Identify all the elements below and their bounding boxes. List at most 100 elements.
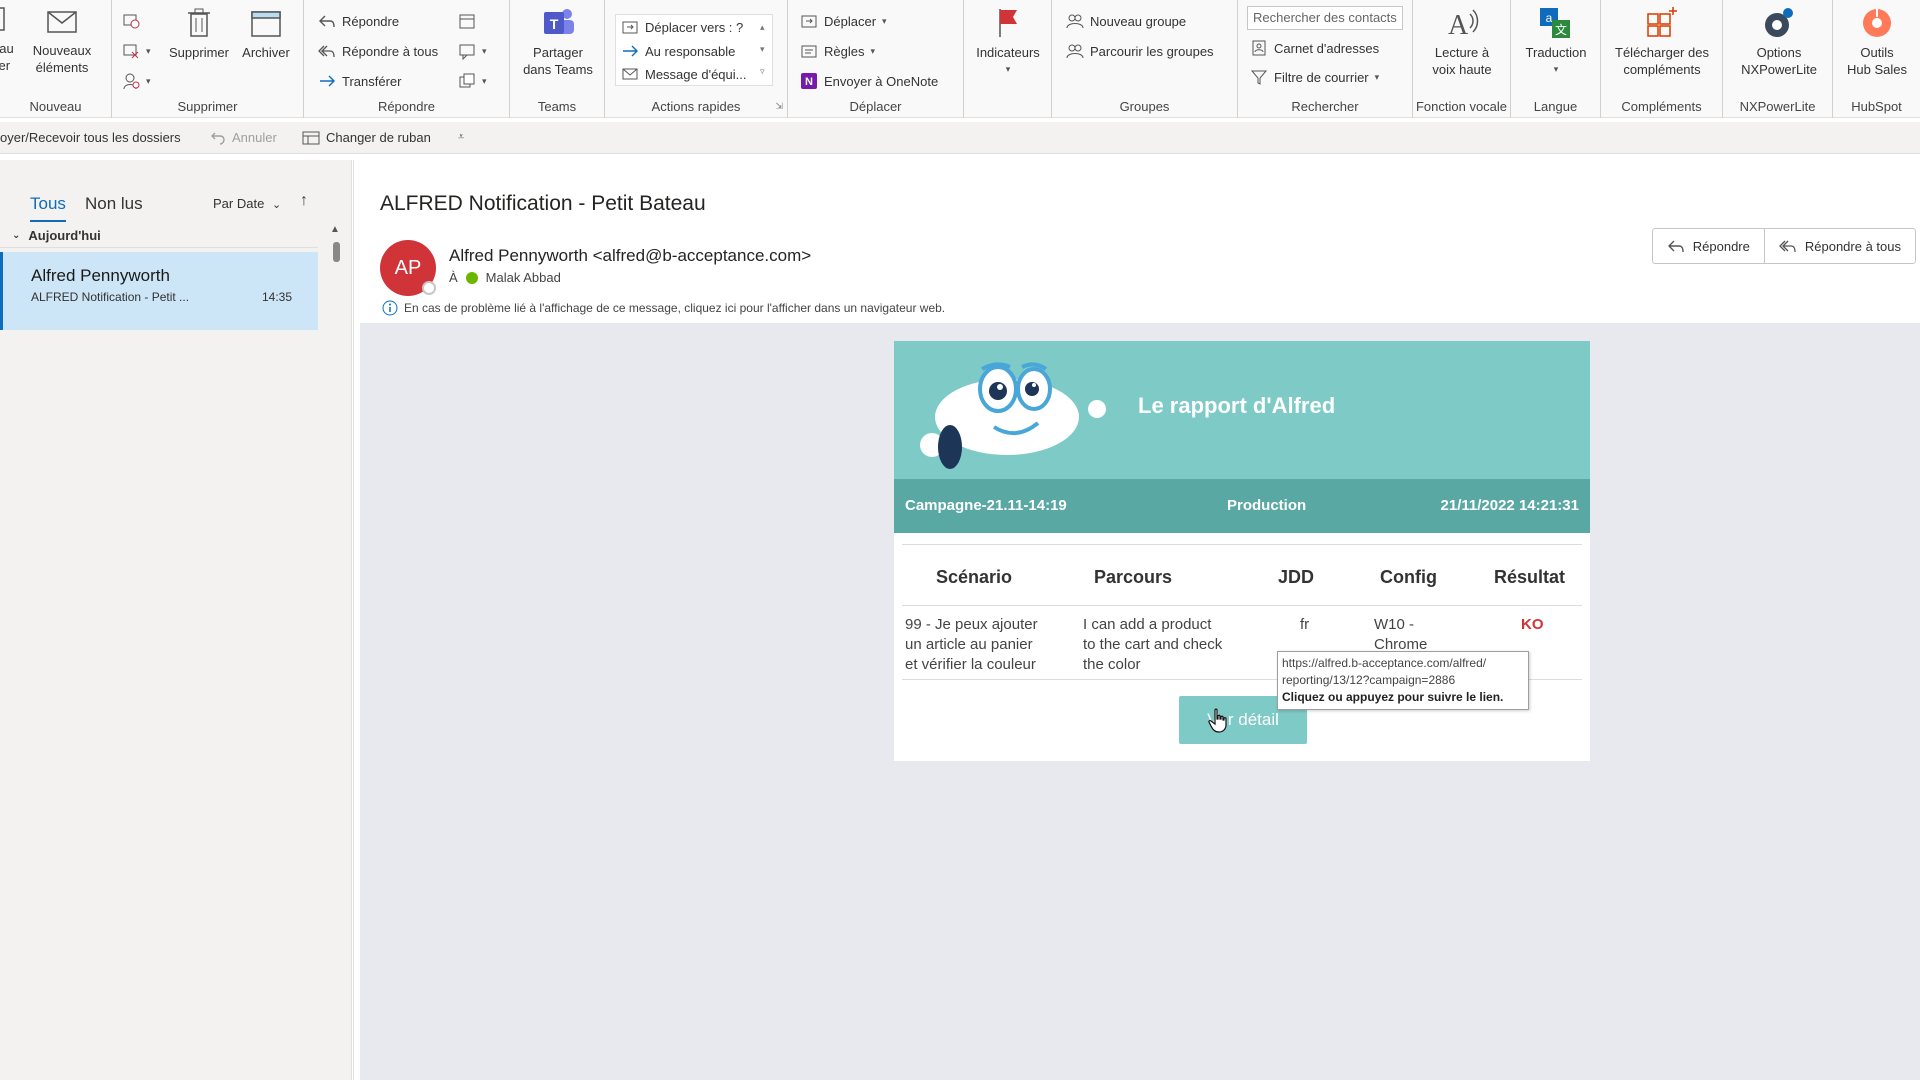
quick-step-to-manager-label: Au responsable: [645, 43, 736, 59]
ignore-button[interactable]: [122, 10, 140, 32]
move-icon: [801, 15, 817, 28]
read-aloud-icon: A: [1448, 9, 1479, 40]
undo-button[interactable]: Annuler: [210, 130, 277, 146]
customize-qat-icon[interactable]: ⩡: [458, 131, 464, 144]
reply-icon: [1667, 240, 1684, 253]
message-subject: ALFRED Notification - Petit Bateau: [380, 192, 706, 215]
sort-by-date-dropdown[interactable]: Par Date ⌄: [213, 196, 281, 211]
group-nxpowerlite: Options NXPowerLite NXPowerLite: [1723, 0, 1833, 118]
group-label-nxpowerlite: NXPowerLite: [1739, 99, 1816, 114]
group-label-deplacer: Déplacer: [849, 99, 902, 114]
column-header-parcours: Parcours: [1094, 567, 1173, 587]
quick-step-to-manager[interactable]: Au responsable: [621, 40, 735, 62]
filter-mail-button[interactable]: Filtre de courrier ▾: [1250, 66, 1379, 88]
translate-button[interactable]: a文 Traduction ▾: [1517, 6, 1595, 78]
svg-text:文: 文: [1555, 22, 1567, 37]
new-items-button[interactable]: Nouveaux éléments: [28, 6, 96, 76]
group-supprimer: ▾ ▾ Supprimer Archiver Supprimer: [112, 0, 304, 118]
translate-icon: a文: [1540, 8, 1570, 38]
message-from[interactable]: Alfred Pennyworth <alfred@b-acceptance.c…: [449, 246, 811, 266]
reply-all-label: Répondre à tous: [1804, 238, 1901, 254]
rules-caret: ▾: [870, 45, 875, 56]
scroll-up-icon[interactable]: ▲: [330, 224, 340, 235]
onenote-button[interactable]: N Envoyer à OneNote: [800, 70, 938, 92]
search-contacts-input[interactable]: Rechercher des contacts: [1247, 6, 1403, 30]
reply-button[interactable]: Répondre: [1653, 229, 1764, 263]
archive-button[interactable]: Archiver: [236, 6, 296, 61]
reply-ribbon-label: Répondre: [342, 13, 400, 29]
tab-unread[interactable]: Non lus: [85, 194, 143, 214]
svg-text:a: a: [1546, 11, 1553, 25]
group-label-repondre: Répondre: [377, 99, 436, 114]
meeting-reply-button[interactable]: [458, 10, 476, 32]
to-recipient[interactable]: Malak Abbad: [486, 270, 561, 285]
translate-label: Traduction: [1525, 45, 1587, 60]
svg-text:N: N: [805, 76, 813, 88]
flags-button[interactable]: Indicateurs ▾: [970, 6, 1046, 78]
svg-text:A: A: [1448, 10, 1469, 40]
new-group-button[interactable]: Nouveau groupe: [1066, 10, 1186, 32]
send-receive-all-label: oyer/Recevoir tous les dossiers: [0, 130, 181, 145]
quick-step-team-message[interactable]: Message d'équi...: [621, 63, 747, 85]
share-teams-button[interactable]: T Partager dans Teams: [516, 6, 600, 78]
info-icon: [382, 300, 398, 316]
junk-button[interactable]: ▾: [122, 70, 151, 92]
more-reply-button[interactable]: ▾: [458, 70, 487, 92]
archive-icon: [251, 11, 281, 37]
forward-button[interactable]: Transférer: [318, 70, 401, 92]
tab-all[interactable]: Tous: [30, 194, 66, 222]
more-respond-icon: [459, 73, 475, 88]
report-title: Le rapport d'Alfred: [1138, 393, 1336, 418]
rules-button[interactable]: Règles ▾: [800, 40, 875, 62]
new-mail-button[interactable]: eau ier: [0, 6, 22, 74]
delete-button[interactable]: Supprimer: [164, 6, 234, 61]
move-button[interactable]: Déplacer ▾: [800, 10, 887, 32]
cell-config: W10 - Chrome: [1374, 616, 1428, 653]
svg-text:T: T: [550, 16, 559, 32]
to-label: À: [449, 270, 458, 285]
nxpowerlite-options-button[interactable]: Options NXPowerLite: [1727, 6, 1831, 78]
reply-all-button[interactable]: Répondre à tous: [1763, 229, 1915, 263]
send-receive-all-button[interactable]: oyer/Recevoir tous les dossiers: [0, 130, 181, 145]
group-label-teams: Teams: [537, 99, 577, 114]
browse-groups-button[interactable]: Parcourir les groupes: [1066, 40, 1214, 62]
display-problem-infobar[interactable]: En cas de problème lié à l'affichage de …: [382, 300, 945, 316]
cell-parcours: I can add a product to the cart and chec…: [1083, 616, 1223, 673]
cleanup-button[interactable]: ▾: [122, 40, 151, 62]
read-aloud-button[interactable]: A Lecture à voix haute: [1421, 6, 1503, 78]
campaign-name: Campagne-21.11-14:19: [905, 497, 1067, 514]
hubspot-tools-button[interactable]: Outils Hub Sales: [1837, 6, 1917, 78]
im-reply-button[interactable]: ▾: [458, 40, 487, 62]
ribbon: eau ier Nouveaux éléments Nouveau ▾ ▾ Su…: [0, 0, 1920, 118]
reply-button-group: Répondre Répondre à tous: [1651, 228, 1916, 264]
reply-ribbon-button[interactable]: Répondre: [318, 10, 399, 32]
reply-all-ribbon-button[interactable]: Répondre à tous: [318, 40, 438, 62]
hubspot-tools-label: Outils Hub Sales: [1847, 45, 1907, 77]
hubspot-icon: [1863, 9, 1891, 37]
column-header-config: Config: [1380, 567, 1437, 587]
envelope-small-icon: [622, 68, 638, 80]
ignore-icon: [123, 14, 140, 29]
filter-mail-caret: ▾: [1374, 71, 1380, 82]
quick-step-move-to[interactable]: Déplacer vers : ?: [621, 16, 743, 38]
scroll-thumb[interactable]: [333, 242, 340, 262]
link-tooltip: https://alfred.b-acceptance.com/alfred/ …: [1277, 651, 1529, 710]
quick-steps-scroll[interactable]: ▴ ▾ ▿: [760, 16, 765, 82]
info-text: En cas de problème lié à l'affichage de …: [404, 301, 946, 315]
get-addins-button[interactable]: Télécharger des compléments: [1603, 6, 1721, 78]
mail-list-scrollbar[interactable]: ▲: [330, 224, 342, 1080]
address-book-button[interactable]: Carnet d'adresses: [1250, 37, 1379, 59]
group-deplacer: Déplacer ▾ Règles ▾ N Envoyer à OneNote …: [788, 0, 964, 118]
column-header-scenario: Scénario: [936, 567, 1013, 587]
group-complements: Télécharger des compléments Compléments: [1601, 0, 1723, 118]
group-label-langue: Langue: [1533, 99, 1578, 114]
sort-direction-icon[interactable]: ↑: [300, 192, 308, 210]
table-header-divider: [902, 605, 1582, 606]
mail-list-item[interactable]: Alfred Pennyworth ALFRED Notification - …: [0, 252, 318, 330]
presence-available-icon: [465, 271, 478, 284]
teams-icon: T: [544, 9, 574, 34]
group-header-today[interactable]: ⌄ Aujourd'hui: [0, 224, 318, 248]
ribbon-switch-icon: [302, 131, 320, 144]
browse-groups-label: Parcourir les groupes: [1090, 43, 1214, 59]
change-ribbon-button[interactable]: Changer de ruban: [302, 130, 431, 146]
